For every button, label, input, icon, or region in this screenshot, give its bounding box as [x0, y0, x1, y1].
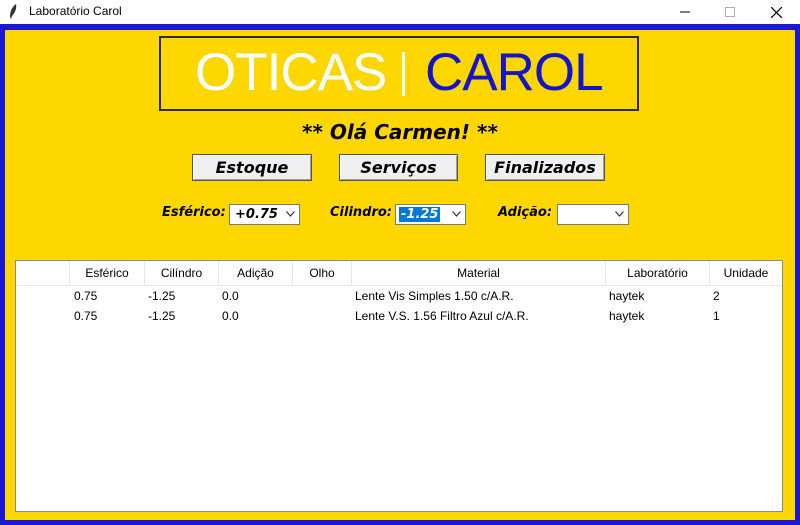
column-header-olho[interactable]: Olho: [293, 261, 352, 285]
cell-unidade: 2: [713, 289, 720, 303]
esferico-value: +0.75: [235, 207, 278, 222]
greeting-text: ** Olá Carmen! **: [302, 120, 498, 144]
cell-esferico: 0.75: [74, 289, 98, 303]
minimize-icon: [680, 11, 690, 13]
window-title: Laboratório Carol: [29, 4, 122, 18]
column-header-laboratorio[interactable]: Laboratório: [606, 261, 710, 285]
cell-material: Lente Vis Simples 1.50 c/A.R.: [355, 289, 514, 303]
cell-cilindro: -1.25: [148, 309, 176, 323]
chevron-down-icon: [452, 211, 461, 217]
maximize-button[interactable]: [707, 0, 753, 24]
minimize-button[interactable]: [662, 0, 708, 24]
title-bar[interactable]: Laboratório Carol: [0, 0, 800, 24]
logo-separator: [402, 52, 405, 96]
table-row[interactable]: 0.75 -1.25 0.0 Lente V.S. 1.56 Filtro Az…: [16, 306, 782, 326]
esferico-label: Esférico:: [162, 205, 226, 220]
column-header-adicao[interactable]: Adição: [219, 261, 293, 285]
cilindro-value: -1.25: [399, 207, 441, 222]
close-button[interactable]: [753, 0, 799, 24]
cilindro-combobox[interactable]: -1.25: [395, 204, 466, 225]
adicao-combobox[interactable]: [557, 204, 629, 225]
feather-icon: [10, 4, 17, 19]
table-header: Esférico Cilíndro Adição Olho Material L…: [16, 261, 782, 286]
cilindro-label: Cilindro:: [330, 205, 393, 220]
estoque-button[interactable]: Estoque: [192, 154, 312, 181]
esferico-combobox[interactable]: +0.75: [229, 204, 300, 225]
cell-cilindro: -1.25: [148, 289, 176, 303]
logo-box: OTICAS CAROL: [159, 36, 639, 111]
servicos-button[interactable]: Serviços: [339, 154, 458, 181]
maximize-icon: [725, 7, 735, 17]
column-header-cilindro[interactable]: Cilíndro: [145, 261, 219, 285]
cell-laboratorio: haytek: [609, 309, 645, 323]
table-row[interactable]: 0.75 -1.25 0.0 Lente Vis Simples 1.50 c/…: [16, 286, 782, 306]
close-icon: [770, 6, 782, 18]
logo-text-oticas: OTICAS: [195, 43, 387, 102]
cell-esferico: 0.75: [74, 309, 98, 323]
column-header-blank[interactable]: [16, 261, 70, 285]
adicao-label: Adição:: [498, 205, 553, 220]
chevron-down-icon: [286, 211, 295, 217]
cell-laboratorio: haytek: [609, 289, 645, 303]
cell-unidade: 1: [713, 309, 720, 323]
cell-adicao: 0.0: [222, 289, 239, 303]
results-table[interactable]: Esférico Cilíndro Adição Olho Material L…: [15, 260, 783, 512]
logo-text-carol: CAROL: [425, 43, 604, 102]
column-header-esferico[interactable]: Esférico: [70, 261, 145, 285]
column-header-unidade[interactable]: Unidade: [710, 261, 782, 285]
cell-material: Lente V.S. 1.56 Filtro Azul c/A.R.: [355, 309, 529, 323]
chevron-down-icon: [615, 211, 624, 217]
column-header-material[interactable]: Material: [352, 261, 606, 285]
finalizados-button[interactable]: Finalizados: [485, 154, 605, 181]
cell-adicao: 0.0: [222, 309, 239, 323]
